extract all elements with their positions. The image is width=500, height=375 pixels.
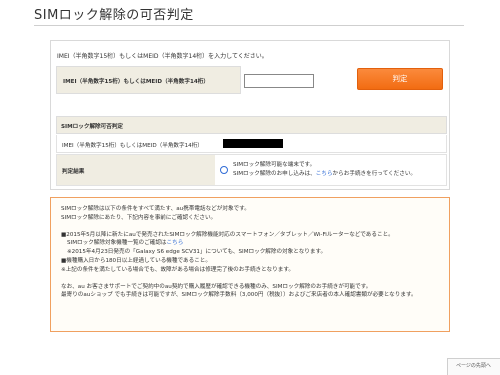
judgement-label: 判定結果 (62, 169, 85, 175)
title-divider (34, 25, 464, 26)
judgement-line2-suffix: からお手続きを行ってください。 (332, 171, 417, 177)
judgement-text: SIMロック解除可能な端末です。 SIMロック解除のお申し込みは、こちらからお手… (233, 161, 416, 179)
judgement-line2: SIMロック解除のお申し込みは、こちらからお手続きを行ってください。 (233, 170, 416, 179)
judgement-line1: SIMロック解除可能な端末です。 (233, 162, 316, 168)
result-radio-icon (220, 166, 228, 174)
result-header: SIMロック解除可否判定 (56, 116, 447, 134)
judge-button[interactable]: 判定 (357, 68, 443, 90)
notice-bullet2-note: ※上記の条件を満たしている場合でも、故障がある場合は修理完了後のお手続きとなりま… (61, 266, 294, 273)
imei-label: IMEI（半角数字15桁）もしくはMEID（半角数字14桁） (63, 79, 209, 85)
notice-bullet1: ■2015年5月以降に新たにauで発売されたSIMロック解除機能対応のスマートフ… (61, 231, 394, 238)
notice-line1: SIMロック解除は以下の条件をすべて満たす、au携帯電話などが対象です。 (61, 206, 250, 212)
notice-bullet1-note: ※2015年4月23日発売の「Galaxy S6 edge SCV31」について… (67, 249, 327, 256)
notice-bullet1-sub-prefix: SIMロック解除対象機種一覧のご確認は (67, 240, 167, 247)
notice-line2: SIMロック解除にあたり、下記内容を事前にご確認ください。 (61, 214, 217, 221)
notice-bullet2: ■機種購入日から180日以上経過している機種であること。 (61, 257, 211, 264)
conditions-notice: SIMロック解除は以下の条件をすべて満たす、au携帯電話などが対象です。 SIM… (50, 197, 450, 332)
page-title: SIMロック解除の可否判定 (34, 8, 194, 23)
imei-check-panel: IMEI（半角数字15桁）もしくはMEID（半角数字14桁）を入力してください。… (50, 40, 450, 190)
page-top-button[interactable]: ページの先頭へ (447, 358, 500, 375)
notice-para2-line2: 最寄りのauショップ でも手続きは可能ですが、SIMロック解除手数料（3,000… (61, 292, 417, 299)
imei-instruction: IMEI（半角数字15桁）もしくはMEID（半角数字14桁）を入力してください。 (57, 53, 268, 60)
judgement-label-cell: 判定結果 (57, 155, 215, 185)
redacted-imei-value (223, 139, 283, 148)
result-header-label: SIMロック解除可否判定 (61, 124, 124, 130)
result-imei-label: IMEI（半角数字15桁）もしくはMEID（半角数字14桁） (62, 143, 203, 149)
device-list-link[interactable]: こちら (167, 240, 184, 246)
imei-label-cell: IMEI（半角数字15桁）もしくはMEID（半角数字14桁） (56, 66, 241, 94)
imei-input[interactable] (244, 74, 314, 88)
result-judgement-row: 判定結果 SIMロック解除可能な端末です。 SIMロック解除のお申し込みは、こち… (56, 154, 447, 186)
result-imei-row: IMEI（半角数字15桁）もしくはMEID（半角数字14桁） (56, 135, 447, 153)
notice-para2-line1: なお、au お客さまサポートでご契約中のau契約で購入履歴が確認できる機種のみ、… (61, 283, 372, 290)
result-table: SIMロック解除可否判定 IMEI（半角数字15桁）もしくはMEID（半角数字1… (56, 116, 447, 186)
apply-link[interactable]: こちら (316, 171, 333, 177)
judgement-line2-prefix: SIMロック解除のお申し込みは、 (233, 171, 316, 177)
notice-bullet1-sub: SIMロック解除対象機種一覧のご確認はこちら (61, 239, 439, 248)
